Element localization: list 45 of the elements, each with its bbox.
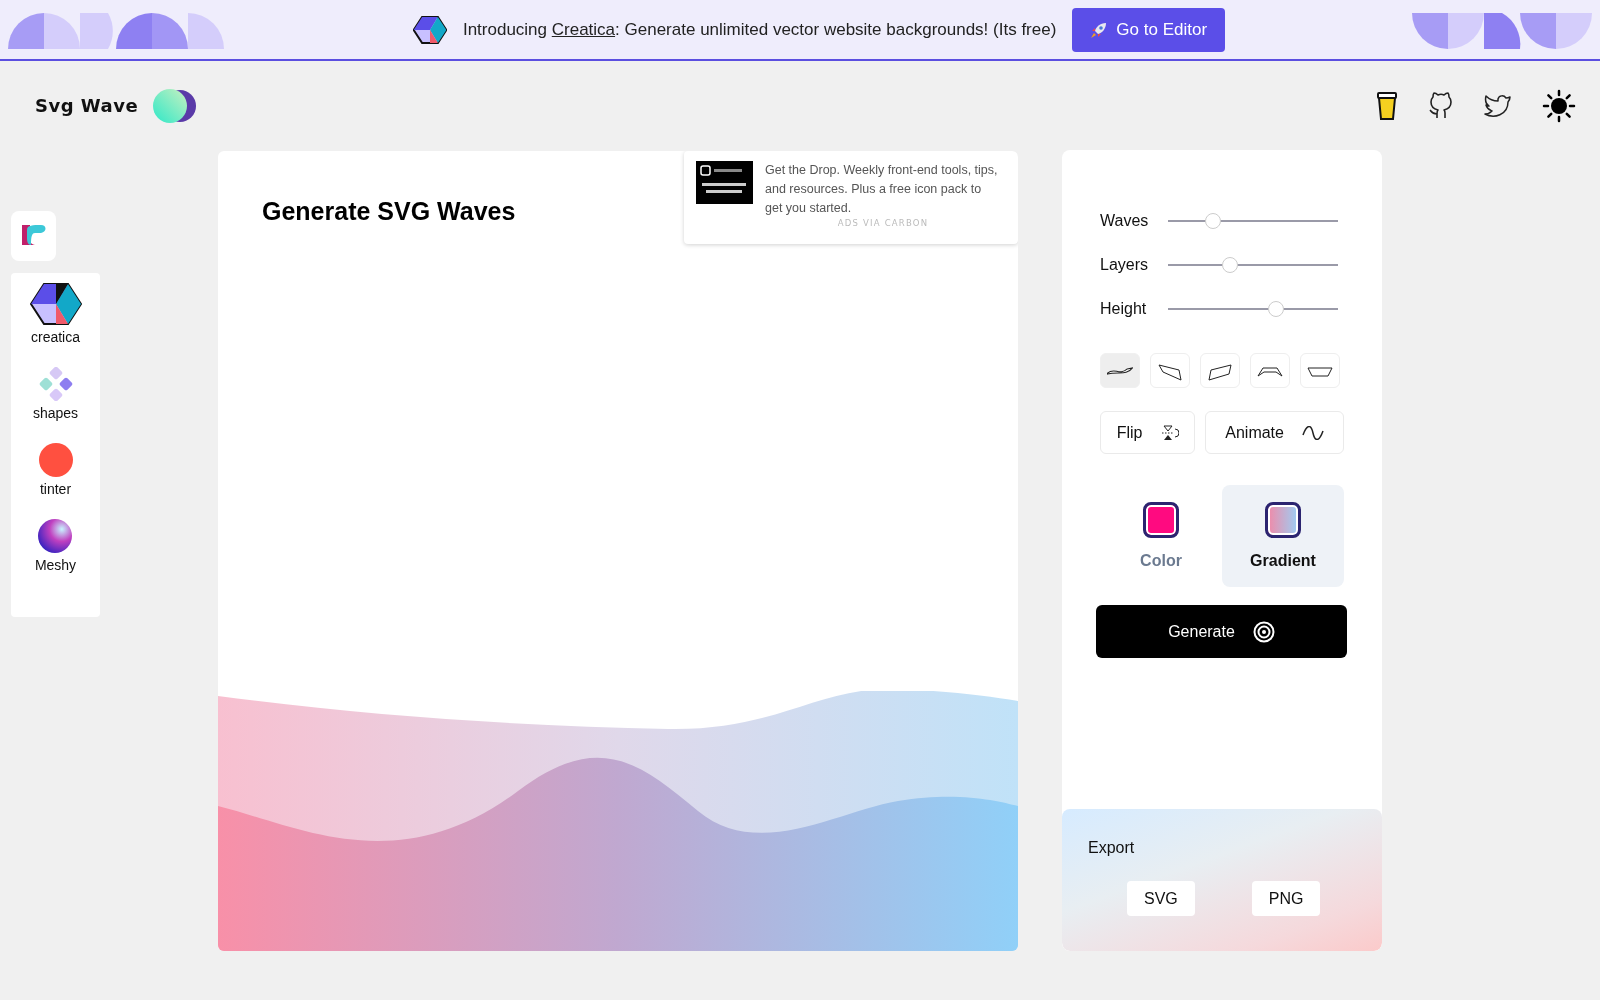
app-logo-icon (20, 224, 47, 248)
slider-thumb[interactable] (1268, 301, 1285, 317)
circle-icon (38, 443, 73, 477)
swatch-icon (1143, 502, 1179, 538)
ad-text[interactable]: Get the Drop. Weekly front-end tools, tips, and resources. Plus a free icon pack to get you started. (765, 161, 1001, 218)
rocket-icon (1090, 20, 1109, 39)
slider-label: Layers (1100, 256, 1150, 274)
app-link[interactable]: tinter (38, 443, 73, 497)
fill-mode-button[interactable]: Gradient (1222, 485, 1344, 587)
app-logo-tile[interactable] (11, 211, 56, 261)
export-title: Export (1088, 839, 1136, 857)
slider-thumb[interactable] (1221, 257, 1238, 273)
circles-icon (152, 87, 199, 124)
swatch-icon (1265, 502, 1301, 538)
page-title: Generate SVG Waves (262, 197, 516, 226)
cup-icon[interactable] (1376, 90, 1398, 121)
diamonds-icon (38, 367, 73, 401)
cube-icon (29, 283, 82, 325)
animate-button[interactable]: Animate (1205, 411, 1344, 454)
bird-icon[interactable] (1484, 93, 1512, 118)
generate-button[interactable]: Generate (1096, 605, 1347, 658)
export-button[interactable]: PNG (1251, 881, 1321, 916)
wave-icon (1107, 365, 1133, 376)
logo-text: Svg Wave (35, 95, 139, 116)
flip-icon (1160, 423, 1179, 442)
shape-button[interactable] (1100, 353, 1140, 388)
app-link[interactable]: shapes (32, 367, 79, 421)
target-icon (1252, 620, 1275, 643)
cube-icon (412, 15, 447, 44)
sine-icon (1301, 425, 1324, 440)
flip-button[interactable]: Flip (1100, 411, 1196, 454)
creatica-link[interactable]: Creatica (551, 19, 616, 39)
go-to-editor-button[interactable]: Go to Editor (1072, 7, 1226, 52)
github-icon[interactable] (1428, 91, 1454, 120)
orb-icon (38, 519, 73, 553)
app-link[interactable]: Meshy (34, 519, 77, 573)
slider-thumb[interactable] (1204, 213, 1221, 229)
promo-text: Introducing Creatica: Generate unlimited vector website backgrounds! (Its free) (462, 19, 1057, 40)
slider-label: Height (1100, 300, 1148, 318)
export-button[interactable]: SVG (1127, 881, 1195, 916)
app-link[interactable]: creatica (29, 283, 82, 345)
sun-icon[interactable] (1542, 88, 1576, 123)
slider-label: Waves (1100, 212, 1150, 230)
shape-button[interactable] (1200, 353, 1240, 388)
shape-button[interactable] (1150, 353, 1190, 388)
